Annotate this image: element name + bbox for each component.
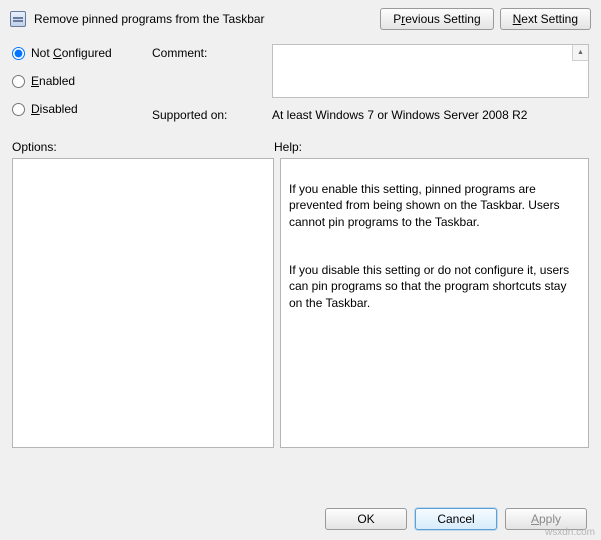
scroll-up-icon[interactable]: ▲: [572, 45, 588, 61]
help-text: If you enable this setting, pinned progr…: [289, 182, 569, 309]
comment-textarea[interactable]: ▲: [272, 44, 589, 98]
watermark: wsxdn.com: [545, 527, 595, 538]
policy-editor-window: Remove pinned programs from the Taskbar …: [0, 0, 601, 540]
radio-enabled-input[interactable]: [12, 75, 25, 88]
nav-buttons: Previous Setting Next Setting: [380, 8, 591, 30]
ok-button[interactable]: OK: [325, 508, 407, 530]
supported-on-value: At least Windows 7 or Windows Server 200…: [272, 104, 589, 122]
radio-disabled[interactable]: Disabled: [12, 102, 152, 116]
options-pane[interactable]: [12, 158, 274, 448]
previous-setting-button[interactable]: Previous Setting: [380, 8, 493, 30]
radio-disabled-label: Disabled: [31, 102, 78, 116]
radio-enabled-label: Enabled: [31, 74, 75, 88]
comment-label: Comment:: [152, 44, 272, 60]
help-label: Help:: [274, 140, 589, 154]
state-radio-group: Not Configured Enabled Disabled: [12, 44, 152, 116]
radio-enabled[interactable]: Enabled: [12, 74, 152, 88]
options-label: Options:: [12, 140, 274, 154]
radio-not-configured[interactable]: Not Configured: [12, 46, 152, 60]
help-pane[interactable]: If you enable this setting, pinned progr…: [280, 158, 589, 448]
supported-on-label: Supported on:: [152, 104, 272, 122]
policy-title: Remove pinned programs from the Taskbar: [34, 12, 372, 26]
policy-icon: [10, 11, 26, 27]
header-bar: Remove pinned programs from the Taskbar …: [0, 0, 601, 36]
cancel-button[interactable]: Cancel: [415, 508, 497, 530]
radio-not-configured-label: Not Configured: [31, 46, 112, 60]
next-setting-button[interactable]: Next Setting: [500, 8, 591, 30]
radio-disabled-input[interactable]: [12, 103, 25, 116]
radio-not-configured-input[interactable]: [12, 47, 25, 60]
